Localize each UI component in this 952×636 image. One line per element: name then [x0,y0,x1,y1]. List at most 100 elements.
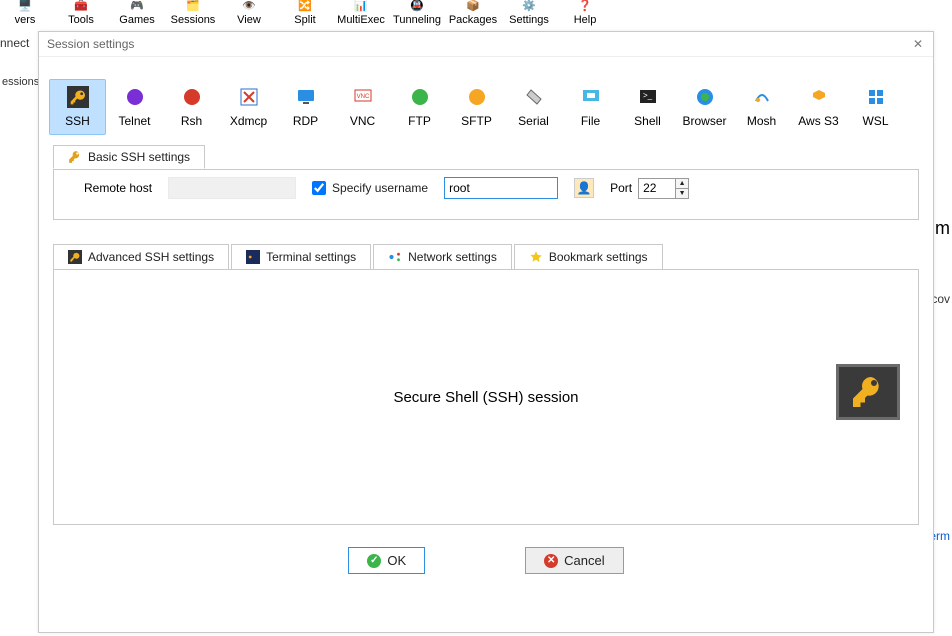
key-icon [64,86,92,108]
toolbar-icon: 🚇 [406,2,428,12]
globe-red-icon [178,86,206,108]
session-type-label: Aws S3 [798,114,838,128]
subtab-label: Bookmark settings [549,250,648,264]
ok-label: OK [387,553,406,568]
toolbar-games[interactable]: 🎮 Games [110,0,164,26]
session-type-ftp[interactable]: FTP [391,79,448,135]
key-icon [68,250,82,264]
specify-username-checkbox[interactable]: Specify username [312,181,428,195]
session-type-file[interactable]: File [562,79,619,135]
toolbar-multiexec[interactable]: 📊 MultiExec [334,0,388,26]
session-type-label: RDP [293,114,318,128]
toolbar-label: Tools [68,14,94,26]
toolbar-label: Games [119,14,154,26]
session-description: Secure Shell (SSH) session [393,389,578,406]
serial-icon [520,86,548,108]
close-icon[interactable]: ✕ [909,35,927,53]
subtab-advanced-ssh-settings[interactable]: Advanced SSH settings [53,244,229,269]
star-icon [529,250,543,264]
file-monitor-icon [577,86,605,108]
session-type-vnc[interactable]: VNC VNC [334,79,391,135]
toolbar-settings[interactable]: ⚙️ Settings [502,0,556,26]
toolbar-label: View [237,14,261,26]
ssh-key-graphic [836,364,900,420]
toolbar-label: Split [294,14,315,26]
session-type-telnet[interactable]: Telnet [106,79,163,135]
basic-ssh-tab-label: Basic SSH settings [88,150,190,164]
subtab-network-settings[interactable]: Network settings [373,244,512,269]
advanced-ssh-pane: Secure Shell (SSH) session [53,269,919,525]
session-type-label: SSH [65,114,90,128]
session-type-rdp[interactable]: RDP [277,79,334,135]
toolbar-label: Packages [449,14,497,26]
toolbar-label: Settings [509,14,549,26]
bg-cov: cov [931,292,950,306]
toolbar-icon: 🗂️ [182,2,204,12]
toolbar-icon: 👁️ [238,2,260,12]
session-type-wsl[interactable]: WSL [847,79,904,135]
globe-purple-icon [121,86,149,108]
session-type-label: Shell [634,114,661,128]
globe-orange-icon [463,86,491,108]
basic-ssh-pane: Basic SSH settings Remote host Specify u… [53,169,919,220]
port-step-up-icon[interactable]: ▲ [676,179,688,189]
svg-text:>_: >_ [643,91,653,100]
specify-username-box[interactable] [312,181,326,195]
toolbar-view[interactable]: 👁️ View [222,0,276,26]
toolbar-icon: 🔀 [294,2,316,12]
ok-button[interactable]: ✓ OK [348,547,425,574]
session-type-browser[interactable]: Browser [676,79,733,135]
session-type-shell[interactable]: >_ Shell [619,79,676,135]
svg-text:VNC: VNC [356,94,369,100]
username-input[interactable] [444,177,558,199]
subtab-label: Terminal settings [266,250,356,264]
session-type-ssh[interactable]: SSH [49,79,106,135]
session-settings-dialog: Session settings ✕ SSHTelnetRshXdmcpRDPV… [38,31,934,633]
check-icon: ✓ [367,554,381,568]
user-picker-icon[interactable]: 👤 [574,178,594,198]
toolbar-label: Tunneling [393,14,441,26]
subtab-bookmark-settings[interactable]: Bookmark settings [514,244,663,269]
toolbar-vers[interactable]: 🖥️vers [0,0,52,26]
toolbar-help[interactable]: ❓Help [558,0,612,26]
toolbar-label: MultiExec [337,14,385,26]
toolbar-icon: 🖥️ [14,2,36,12]
toolbar-icon: 📊 [350,2,372,12]
toolbar-split[interactable]: 🔀 Split [278,0,332,26]
session-type-rsh[interactable]: Rsh [163,79,220,135]
toolbar-icon: 🧰 [70,2,92,12]
aws-icon [805,86,833,108]
port-stepper[interactable]: ▲ ▼ [638,178,689,199]
key-icon [68,150,82,164]
session-type-mosh[interactable]: Mosh [733,79,790,135]
remote-host-input[interactable] [168,177,296,199]
cancel-label: Cancel [564,553,604,568]
globe-green-icon [406,86,434,108]
vnc-icon: VNC [349,86,377,108]
basic-ssh-tab[interactable]: Basic SSH settings [53,145,205,169]
session-type-label: SFTP [461,114,492,128]
toolbar-packages[interactable]: 📦Packages [446,0,500,26]
cancel-button[interactable]: ✕ Cancel [525,547,623,574]
toolbar-label: Help [574,14,597,26]
session-type-label: Rsh [181,114,202,128]
cross-icon: ✕ [544,554,558,568]
toolbar-tools[interactable]: 🧰 Tools [54,0,108,26]
toolbar-tunneling[interactable]: 🚇 Tunneling [390,0,444,26]
session-type-label: File [581,114,600,128]
session-type-serial[interactable]: Serial [505,79,562,135]
toolbar-icon: ⚙️ [518,2,540,12]
toolbar-sessions[interactable]: 🗂️ Sessions [166,0,220,26]
globe-browser-icon [691,86,719,108]
session-type-aws-s3[interactable]: Aws S3 [790,79,847,135]
specify-username-label: Specify username [332,181,428,195]
toolbar-label: Sessions [171,14,216,26]
session-type-xdmcp[interactable]: Xdmcp [220,79,277,135]
session-type-label: VNC [350,114,375,128]
session-type-label: Serial [518,114,549,128]
toolbar-icon: 🎮 [126,2,148,12]
session-type-sftp[interactable]: SFTP [448,79,505,135]
subtab-terminal-settings[interactable]: Terminal settings [231,244,371,269]
port-step-down-icon[interactable]: ▼ [676,189,688,198]
port-input[interactable] [639,179,675,198]
